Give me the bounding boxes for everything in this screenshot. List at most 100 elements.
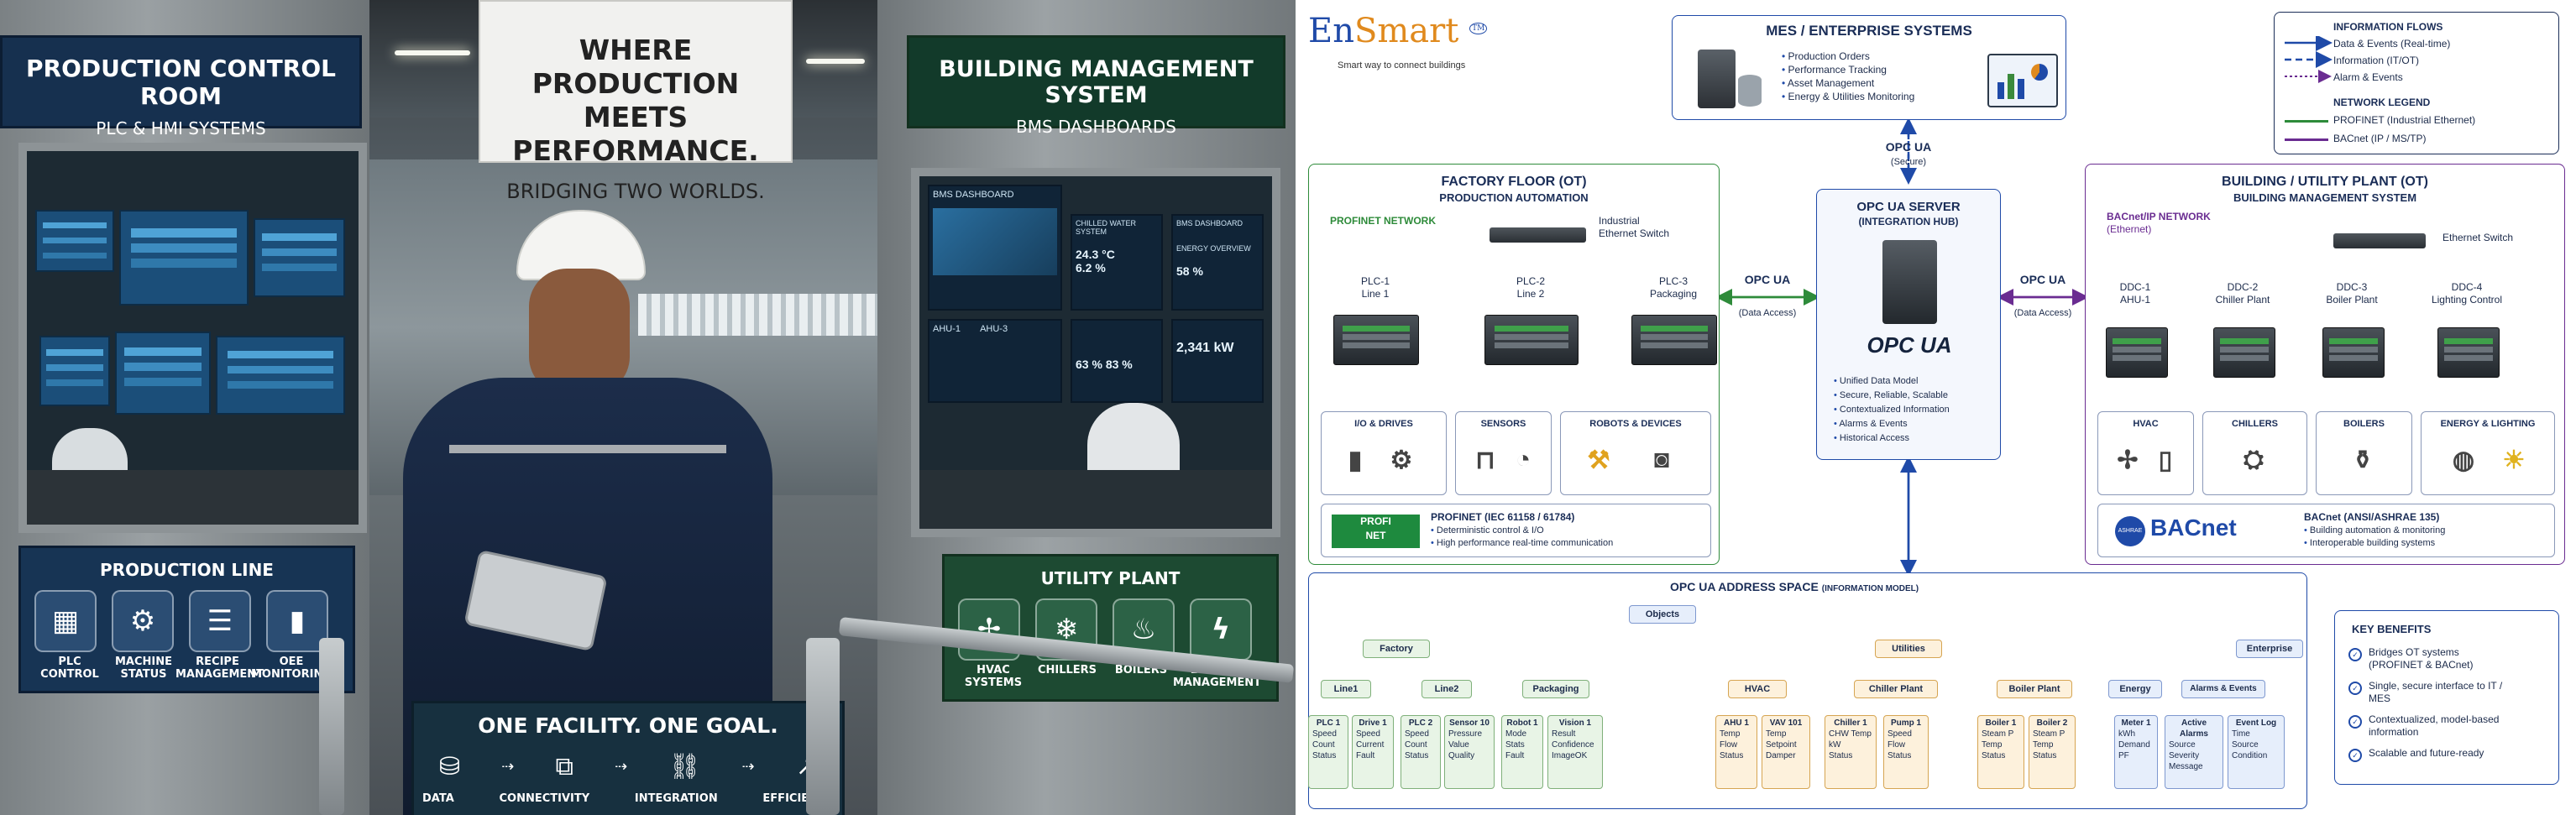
label-row: DATA CONNECTIVITY INTEGRATION EFFICIENCY	[422, 792, 834, 805]
tree-leaf: Pump 1 Speed Flow Status	[1883, 715, 1929, 789]
leaf-title: Pump 1	[1890, 718, 1922, 728]
tree-node-alarms-events: Alarms & Events	[2181, 680, 2265, 698]
ddc2-line: Chiller Plant	[2215, 294, 2270, 306]
ethernet-switch-icon	[2333, 233, 2426, 248]
leaf-title: VAV 101	[1769, 718, 1803, 728]
ddc2-name: DDC-2	[2227, 281, 2259, 293]
leaf-item: Pressure	[1448, 729, 1483, 739]
check-icon: ✓	[2348, 749, 2362, 762]
tile-label: HVAC SYSTEMS	[964, 664, 1023, 689]
bacnet-swatch	[2285, 138, 2328, 141]
ddc-controller-icon	[2213, 327, 2275, 378]
sign-item: CONNECTIVITY	[499, 792, 590, 805]
leaf-item: Source	[2169, 740, 2196, 750]
fan-unit-icon: ✢	[2117, 447, 2139, 474]
clipboard-icon: ☰	[189, 590, 251, 652]
chillers-group: CHILLERS ⛭	[2202, 411, 2307, 495]
tile-label: MACHINE STATUS	[114, 656, 172, 681]
leaf-item: Stats	[1505, 740, 1525, 750]
mes-item: Asset Management	[1782, 76, 1914, 90]
sign-item: DATA	[422, 792, 454, 805]
tree-node-utilities: Utilities	[1875, 640, 1942, 658]
leaf-title: Sensor 10	[1449, 718, 1490, 728]
tree-node-line2: Line2	[1422, 680, 1472, 698]
ddc1-line: AHU-1	[2119, 294, 2150, 306]
benefit-item: Single, secure interface to IT / MES	[2369, 680, 2503, 704]
leaf-item: kW	[1829, 740, 1841, 750]
database-icon: ⛁	[439, 752, 461, 781]
opc-ua-left-sub: (Data Access)	[1738, 308, 1797, 318]
group-title: BOILERS	[2343, 419, 2385, 429]
bms-room-window: BMS DASHBOARD CHILLED WATER SYSTEM 24.3 …	[911, 168, 1280, 537]
bacnet-item: Building automation & monitoring	[2304, 525, 2445, 537]
ddc1-name: DDC-1	[2119, 281, 2151, 293]
opc-server-item: Contextualized Information	[1834, 403, 1950, 417]
building-subtitle: BUILDING MANAGEMENT SYSTEM	[2233, 191, 2417, 204]
leaf-title: Boiler 2	[2036, 718, 2068, 728]
ddc-controller-icon	[2322, 327, 2385, 378]
ddc-controller-icon	[2437, 327, 2500, 378]
icon-row: ⛁ ⇢ ⧉ ⇢ ⛓ ⇢ ↗	[439, 752, 817, 782]
leaf-item: Speed	[1312, 729, 1337, 739]
hmi-screen	[119, 210, 249, 306]
opc-ua-right-label: OPC UA	[2019, 273, 2066, 286]
tree-leaf: Robot 1 Mode Stats Fault	[1501, 715, 1543, 789]
profinet-card: PROFI NET PROFINET (IEC 61158 / 61784) D…	[1321, 504, 1711, 557]
one-facility-sign: ONE FACILITY. ONE GOAL. ⛁ ⇢ ⧉ ⇢ ⛓ ⇢ ↗ DA…	[411, 701, 845, 815]
brand-en: En	[1308, 12, 1354, 50]
leaf-item: Speed	[1405, 729, 1429, 739]
camera-icon: ◙	[1653, 446, 1670, 473]
leaf-title: Event Log	[2235, 718, 2277, 728]
leaf-item: Severity	[2169, 751, 2200, 760]
bacnet-list: Building automation & monitoring Interop…	[2304, 525, 2445, 550]
legend-flow-item: Data & Events (Real-time)	[2333, 38, 2451, 50]
console-desk	[919, 470, 1272, 529]
sign-title: ONE FACILITY. ONE GOAL.	[478, 713, 778, 738]
leaf-title: Boiler 1	[1985, 718, 2017, 728]
leaf-item: Damper	[1766, 751, 1796, 760]
leaf-item: Status	[2033, 751, 2057, 760]
mes-enterprise-box: MES / ENTERPRISE SYSTEMS Production Orde…	[1672, 15, 2066, 120]
switch-label: Ethernet Switch	[2442, 232, 2514, 243]
bms-kw: 2,341 kW	[1176, 341, 1234, 355]
factory-title: FACTORY FLOOR (OT)	[1441, 175, 1587, 189]
ddc3-line: Boiler Plant	[2326, 294, 2378, 306]
leaf-title: Meter 1	[2121, 718, 2151, 728]
building-3d-view	[933, 208, 1057, 275]
bms-pct: 83 %	[1105, 358, 1133, 371]
bacnet-network-label: BACnet/IP NETWORK	[2107, 211, 2211, 222]
leaf-item: Steam P	[1982, 729, 2014, 739]
tree-leaf: Active Alarms Source Severity Message	[2165, 715, 2223, 789]
production-control-room-sign: PRODUCTION CONTROL ROOM PLC & HMI SYSTEM…	[0, 35, 362, 138]
group-title: SENSORS	[1480, 419, 1526, 429]
plc2-line: Line 2	[1516, 288, 1545, 300]
opc-server-item: Historical Access	[1834, 431, 1950, 446]
factory-subtitle: PRODUCTION AUTOMATION	[1439, 191, 1589, 204]
opc-server-list: Unified Data Model Secure, Reliable, Sca…	[1834, 374, 1950, 446]
brand-tagline: Smart way to connect buildings	[1338, 60, 1466, 71]
opc-ua-top-sub: (Secure)	[1890, 157, 1927, 167]
group-title: CHILLERS	[2232, 419, 2278, 429]
chiller-icon: ⛭	[2244, 446, 2264, 473]
panel-title: PRODUCTION LINE	[100, 560, 274, 580]
tree-node-factory: Factory	[1363, 640, 1430, 658]
hmi-screen	[39, 336, 110, 406]
leaf-item: Fault	[1505, 751, 1525, 760]
headline-line1: WHERE PRODUCTION	[531, 34, 740, 100]
check-icon: ✓	[2348, 648, 2362, 661]
face	[529, 269, 630, 394]
arrow-icon: ⇢	[741, 758, 755, 776]
legend-flow-item: Information (IT/OT)	[2333, 55, 2420, 66]
arrow-icon: ⇢	[501, 758, 515, 776]
sign-title: BUILDING MANAGEMENT SYSTEM	[939, 56, 1254, 108]
benefit-item: Contextualized, model-based information	[2369, 713, 2500, 738]
leaf-item: Temp	[2033, 740, 2054, 750]
bms-label: CHILLED WATER SYSTEM	[1076, 219, 1137, 236]
leaf-item: Status	[1982, 751, 2006, 760]
composite-image: PRODUCTION CONTROL ROOM PLC & HMI SYSTEM…	[0, 0, 2576, 815]
group-title: I/O & DRIVES	[1354, 419, 1413, 429]
profinet-network-label: PROFINET NETWORK	[1330, 215, 1436, 227]
bms-screen: 2,341 kW	[1171, 319, 1264, 403]
benefits-title: KEY BENEFITS	[2352, 623, 2432, 635]
benefit-item: Scalable and future-ready	[2369, 747, 2484, 759]
